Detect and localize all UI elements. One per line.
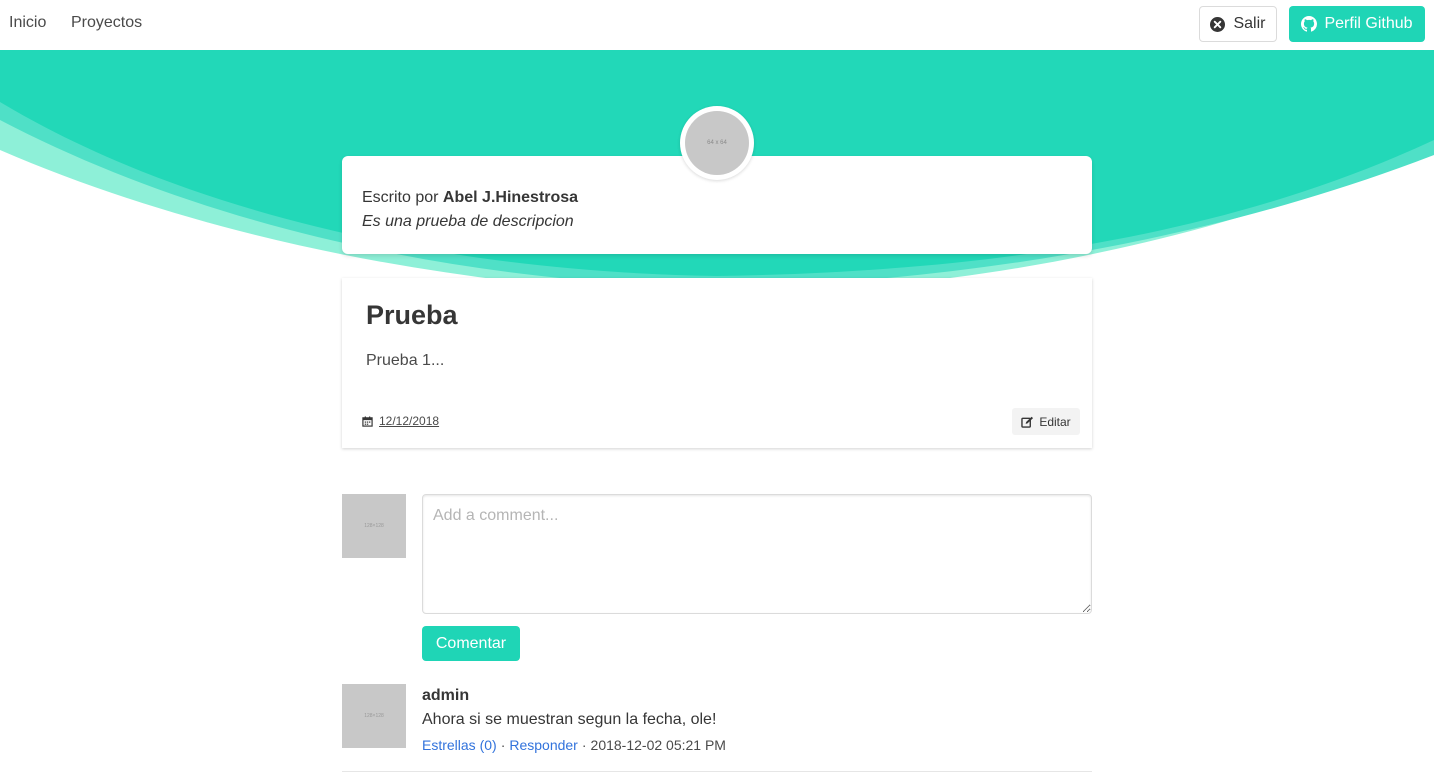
author-name: Abel J.Hinestrosa	[442, 189, 579, 206]
meta-separator: ·	[500, 737, 506, 753]
author-avatar: 64 x 64	[680, 106, 754, 180]
author-avatar-image: 64 x 64	[685, 111, 749, 175]
comment-stars-link[interactable]: Estrellas (0)	[422, 737, 497, 753]
edit-icon	[1021, 416, 1034, 428]
logout-label: Salir	[1233, 15, 1266, 32]
post-date: 12/12/2018	[362, 414, 439, 428]
edit-button[interactable]: Editar	[1012, 408, 1080, 435]
edit-label: Editar	[1039, 414, 1071, 429]
comment-input[interactable]	[422, 494, 1092, 614]
close-circle-icon	[1210, 16, 1226, 32]
calendar-icon	[362, 415, 373, 427]
nav-link-inicio[interactable]: Inicio	[9, 14, 46, 32]
nav-link-proyectos[interactable]: Proyectos	[71, 14, 142, 32]
post-card: Prueba Prueba 1... 12/12/2018 Editar	[342, 278, 1092, 448]
comment-divider	[342, 771, 1092, 772]
current-user-avatar: 128×128	[342, 494, 406, 558]
comment-meta: Estrellas (0) · Responder · 2018-12-02 0…	[422, 737, 726, 753]
comment-text: Ahora si se muestran segun la fecha, ole…	[422, 711, 717, 728]
post-date-link[interactable]: 12/12/2018	[379, 414, 439, 428]
github-label: Perfil Github	[1324, 15, 1413, 32]
post-body: Prueba 1...	[366, 352, 445, 369]
comment-timestamp: 2018-12-02 05:21 PM	[590, 737, 726, 753]
meta-separator: ·	[581, 737, 587, 753]
author-line: Escrito por Abel J.Hinestrosa	[362, 186, 1072, 210]
author-description: Es una prueba de descripcion	[362, 213, 574, 230]
logout-button[interactable]: Salir	[1199, 6, 1277, 42]
written-by-label: Escrito por	[362, 189, 439, 206]
comment-author: admin	[422, 687, 470, 704]
comment-reply-link[interactable]: Responder	[509, 737, 578, 753]
comment-avatar: 128×128	[342, 684, 406, 748]
navbar: Inicio Proyectos Salir Perfil Github	[0, 0, 1434, 50]
github-profile-button[interactable]: Perfil Github	[1289, 6, 1425, 42]
github-icon	[1301, 16, 1318, 32]
post-title: Prueba	[366, 300, 458, 330]
submit-comment-button[interactable]: Comentar	[422, 626, 520, 661]
